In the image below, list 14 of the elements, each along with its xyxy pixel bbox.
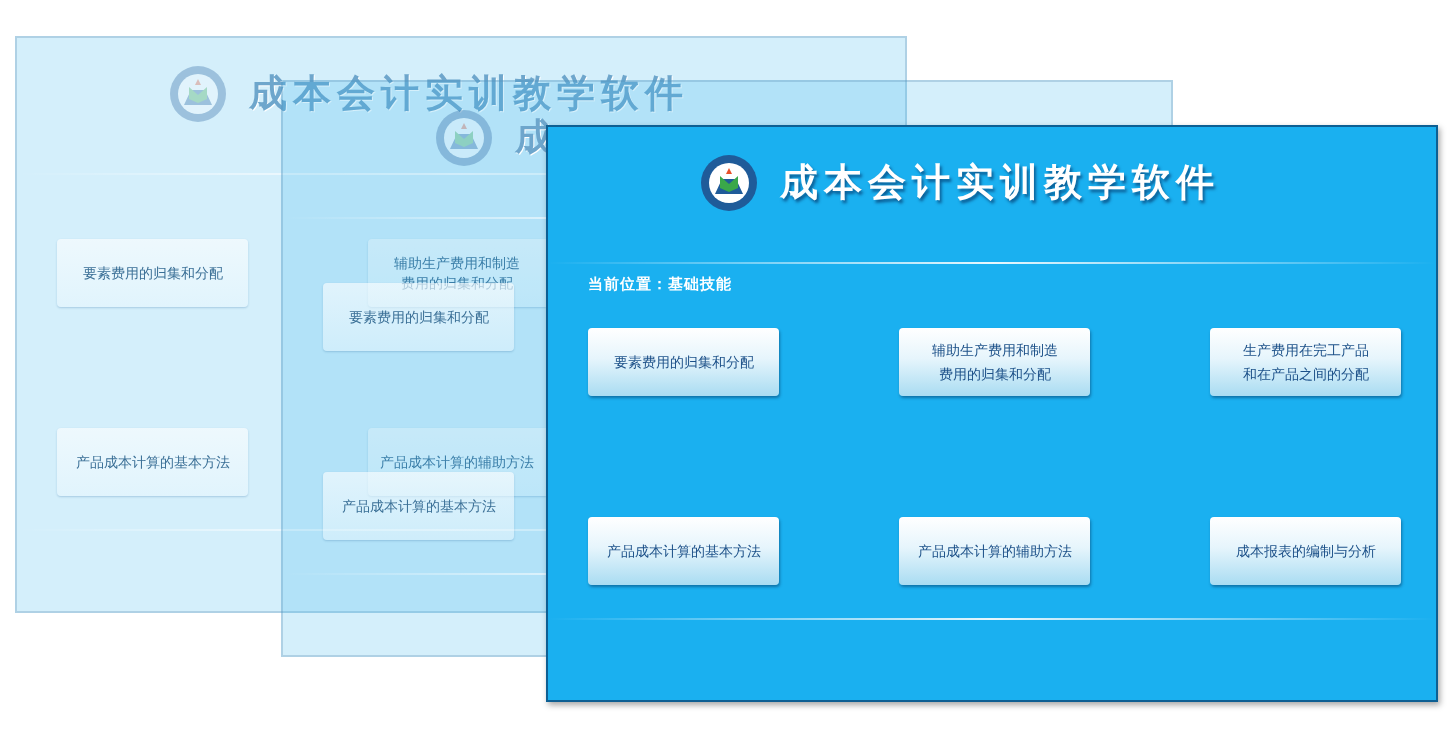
menu-button[interactable]: 产品成本计算的基本方法: [323, 471, 514, 540]
app-title: 成本会计实训教学软件: [780, 158, 1220, 206]
menu-button[interactable]: 生产费用在完工产品 和在产品之间的分配: [1210, 328, 1401, 396]
breadcrumb-text: 当前位置：基础技能: [588, 275, 732, 293]
logo-icon: [169, 64, 227, 123]
menu-button[interactable]: 产品成本计算的辅助方法: [899, 516, 1090, 585]
menu-button[interactable]: 要素费用的归集和分配: [57, 239, 248, 307]
menu-button[interactable]: 要素费用的归集和分配: [588, 328, 779, 396]
app-title: 成本会计实训教学软件: [249, 69, 689, 117]
menu-button[interactable]: 辅助生产费用和制造 费用的归集和分配: [899, 328, 1090, 396]
logo-icon: [700, 153, 758, 212]
menu-button[interactable]: 成本报表的编制与分析: [1210, 516, 1401, 585]
menu-button[interactable]: 产品成本计算的基本方法: [57, 427, 248, 496]
menu-button[interactable]: 产品成本计算的基本方法: [588, 516, 779, 585]
